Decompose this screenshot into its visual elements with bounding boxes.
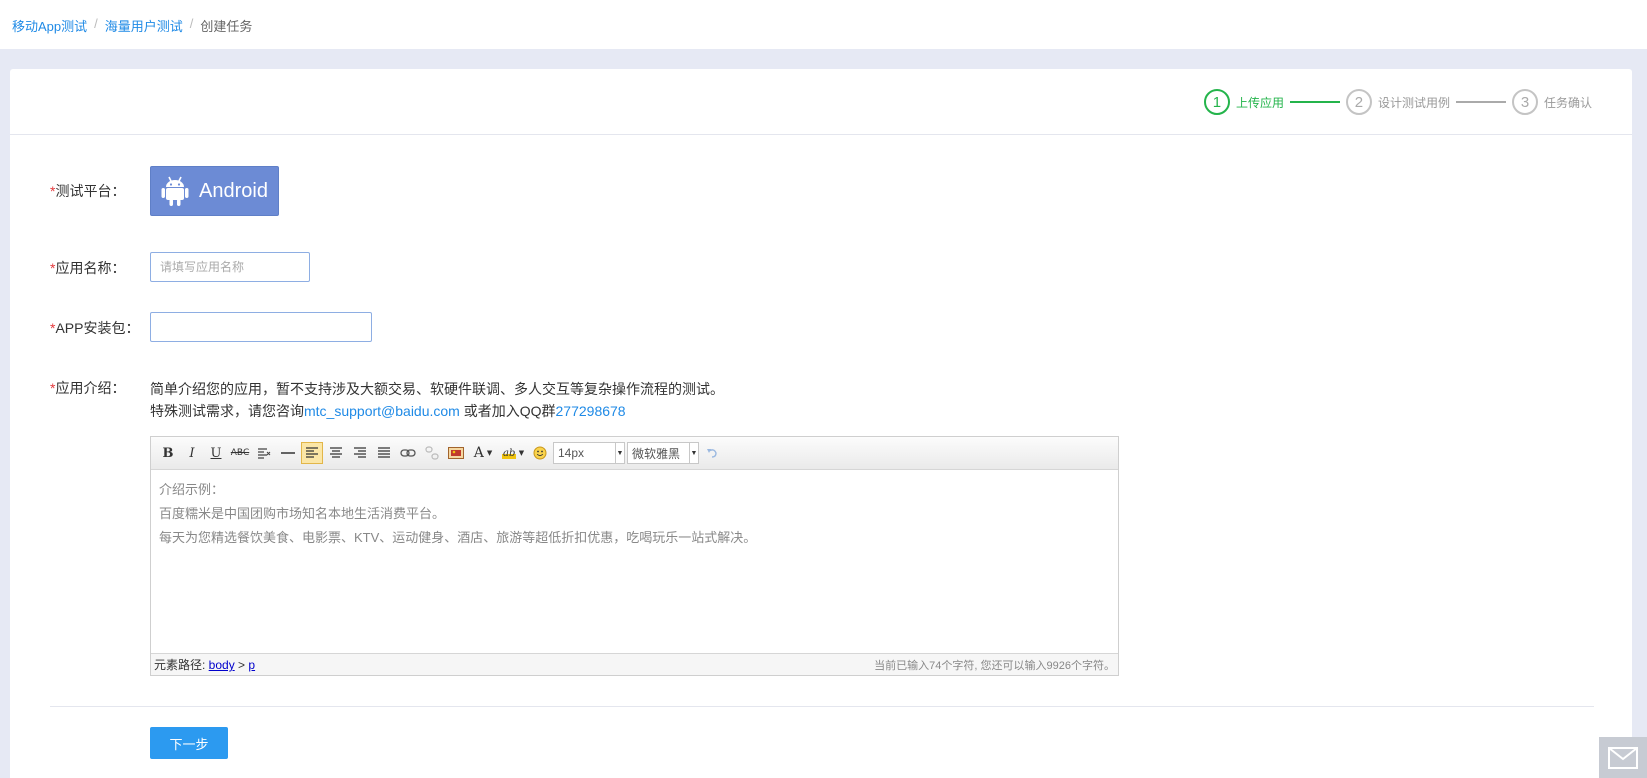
smiley-icon: [533, 446, 547, 460]
support-email-link[interactable]: mtc_support@baidu.com: [304, 403, 460, 419]
step-task-confirm: 3 任务确认: [1511, 89, 1592, 115]
step-label: 上传应用: [1235, 95, 1284, 110]
breadcrumb-link-mass-user-test[interactable]: 海量用户测试: [105, 16, 183, 35]
font-family-select[interactable]: 微软雅黑 ▼: [627, 442, 699, 464]
font-family-value: 微软雅黑: [632, 446, 681, 461]
horizontal-rule-icon: [281, 452, 295, 454]
align-left-button[interactable]: [301, 442, 323, 464]
intro-qq-text: 或者加入QQ群: [459, 403, 556, 419]
step-number: 3: [1511, 89, 1538, 115]
progress-steps: 1 上传应用 2 设计测试用例 3 任务确认: [1203, 89, 1592, 115]
step-number: 1: [1203, 89, 1230, 115]
step-connector: [1455, 101, 1506, 103]
top-bar: 移动App测试 / 海量用户测试 / 创建任务: [0, 0, 1647, 49]
element-path-body-link[interactable]: body: [209, 658, 235, 672]
android-button-label: Android: [199, 179, 268, 202]
intro-consult-text: 特殊测试需求，请您咨询: [150, 403, 304, 419]
align-justify-button[interactable]: [373, 442, 395, 464]
insert-link-button[interactable]: [397, 442, 419, 464]
editor-line: 介绍示例：: [159, 482, 225, 497]
breadcrumb-current: 创建任务: [200, 19, 253, 34]
undo-button[interactable]: [701, 442, 723, 464]
app-intro-label: *应用介绍：: [50, 378, 125, 398]
align-right-icon: [354, 447, 366, 458]
editor-line: 百度糯米是中国团购市场知名本地生活消费平台。: [159, 506, 446, 521]
align-left-icon: [306, 447, 318, 458]
breadcrumb-separator: /: [189, 16, 194, 31]
clear-format-icon: [258, 448, 271, 459]
intro-description: 简单介绍您的应用，暂不支持涉及大额交易、软硬件联调、多人交互等复杂操作流程的测试…: [150, 378, 724, 422]
align-center-icon: [330, 447, 342, 458]
app-name-label: *应用名称：: [50, 258, 125, 278]
step-label: 设计测试用例: [1377, 95, 1450, 110]
app-package-label: *APP安装包：: [50, 318, 139, 338]
font-size-select[interactable]: 14px ▼: [553, 442, 625, 464]
app-intro-label-text: 应用介绍：: [55, 380, 126, 396]
unlink-icon: [425, 446, 439, 460]
rich-text-editor: B I U ABC A ▼ ab ▼ 14px ▼ 微软雅黑 ▼ 介绍示例： 百…: [150, 436, 1119, 676]
align-right-button[interactable]: [349, 442, 371, 464]
font-size-value: 14px: [558, 446, 585, 460]
app-package-input[interactable]: [150, 312, 372, 342]
editor-line: 每天为您精选餐饮美食、电影票、KTV、运动健身、酒店、旅游等超低折扣优惠，吃喝玩…: [159, 530, 757, 545]
strikethrough-button[interactable]: ABC: [229, 442, 251, 464]
bold-button[interactable]: B: [157, 442, 179, 464]
feedback-mail-button[interactable]: [1599, 737, 1647, 778]
italic-button[interactable]: I: [181, 442, 203, 464]
font-color-button[interactable]: A ▼: [469, 442, 497, 464]
form-divider: [50, 706, 1594, 707]
align-justify-icon: [378, 447, 390, 458]
breadcrumb: 移动App测试 / 海量用户测试 / 创建任务: [12, 16, 252, 35]
breadcrumb-separator: /: [94, 16, 98, 31]
image-icon: [448, 447, 464, 459]
emoticon-button[interactable]: [529, 442, 551, 464]
breadcrumb-link-mobile-app-test[interactable]: 移动App测试: [12, 16, 87, 35]
link-icon: [400, 449, 416, 457]
mail-icon: [1608, 746, 1638, 769]
editor-content-area[interactable]: 介绍示例： 百度糯米是中国团购市场知名本地生活消费平台。 每天为您精选餐饮美食、…: [151, 470, 1118, 653]
android-icon: [161, 176, 189, 206]
chevron-down-icon: ▼: [689, 443, 698, 463]
element-path-separator: >: [234, 658, 249, 672]
clear-format-button[interactable]: [253, 442, 275, 464]
chevron-down-icon: ▼: [486, 449, 493, 457]
chevron-down-icon: ▼: [615, 443, 624, 463]
step-design-test-case: 2 设计测试用例: [1345, 89, 1450, 115]
undo-icon: [707, 449, 717, 458]
step-connector: [1289, 101, 1340, 103]
app-name-label-text: 应用名称：: [55, 260, 126, 276]
element-path: 元素路径: body > p: [154, 656, 255, 673]
editor-statusbar: 元素路径: body > p 当前已输入74个字符, 您还可以输入9926个字符…: [151, 653, 1118, 675]
svg-text:ab: ab: [503, 448, 515, 459]
font-color-icon: A: [473, 445, 484, 461]
app-name-input[interactable]: [150, 252, 310, 282]
unlink-button[interactable]: [421, 442, 443, 464]
character-count: 当前已输入74个字符, 您还可以输入9926个字符。: [874, 659, 1115, 672]
chevron-down-icon: ▼: [518, 449, 525, 457]
highlight-color-button[interactable]: ab ▼: [499, 442, 527, 464]
highlighter-icon: ab: [501, 448, 516, 459]
step-number: 2: [1345, 89, 1372, 115]
step-upload-app: 1 上传应用: [1203, 89, 1284, 115]
qq-group-link[interactable]: 277298678: [556, 403, 626, 419]
insert-image-button[interactable]: [445, 442, 467, 464]
editor-toolbar: B I U ABC A ▼ ab ▼ 14px ▼ 微软雅黑 ▼: [151, 437, 1118, 470]
element-path-p-link[interactable]: p: [248, 658, 255, 672]
step-label: 任务确认: [1543, 95, 1592, 110]
app-package-label-text: APP安装包：: [55, 320, 140, 336]
intro-line-1: 简单介绍您的应用，暂不支持涉及大额交易、软硬件联调、多人交互等复杂操作流程的测试…: [150, 381, 724, 397]
android-platform-button[interactable]: Android: [150, 166, 279, 216]
element-path-label: 元素路径:: [154, 658, 209, 672]
horizontal-rule-button[interactable]: [277, 442, 299, 464]
intro-line-2: 特殊测试需求，请您咨询mtc_support@baidu.com 或者加入QQ群…: [150, 400, 724, 422]
underline-button[interactable]: U: [205, 442, 227, 464]
platform-label-text: 测试平台：: [55, 183, 126, 199]
align-center-button[interactable]: [325, 442, 347, 464]
steps-bar: 1 上传应用 2 设计测试用例 3 任务确认: [10, 69, 1632, 135]
next-step-button[interactable]: 下一步: [150, 727, 228, 759]
platform-label: *测试平台：: [50, 181, 125, 201]
